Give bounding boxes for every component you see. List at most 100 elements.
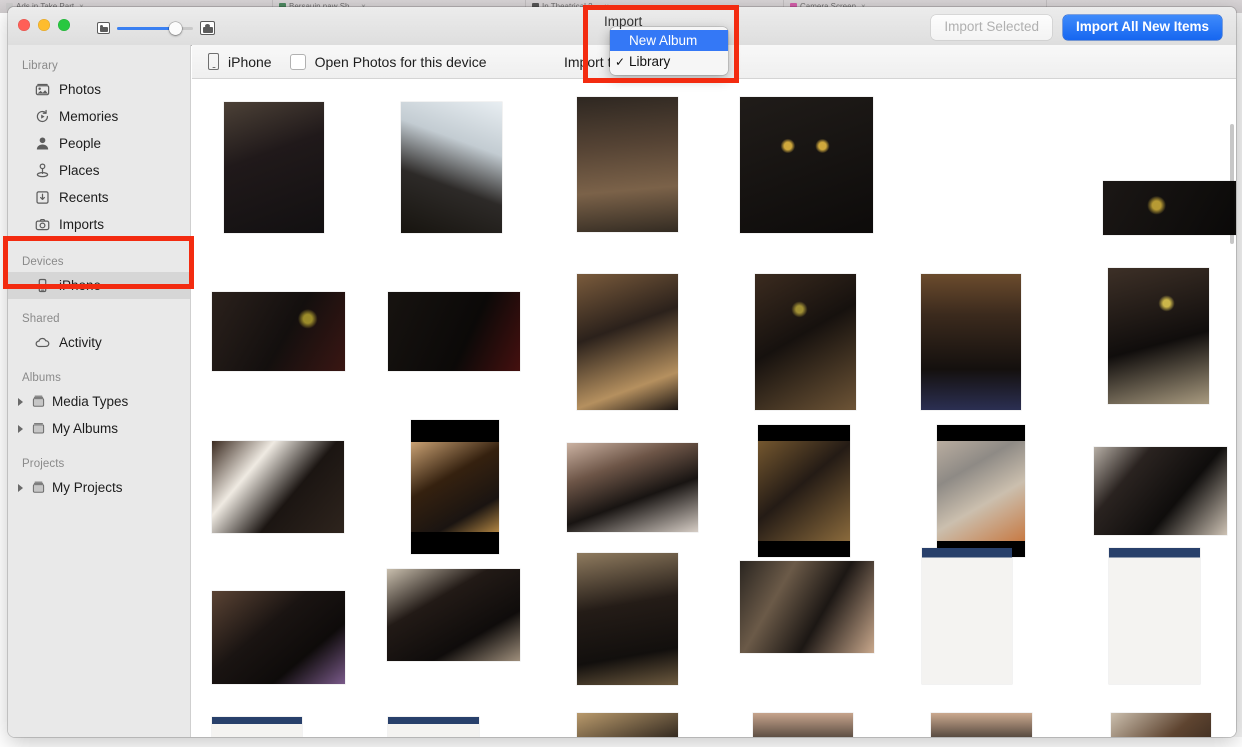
- sidebar-item-label: Places: [59, 163, 100, 178]
- import-selected-button[interactable]: Import Selected: [931, 15, 1052, 40]
- sidebar-item-my-projects[interactable]: My Projects: [8, 474, 190, 501]
- photo-thumbnail[interactable]: [922, 548, 1012, 684]
- zoom-window-button[interactable]: [58, 19, 70, 31]
- photo-thumbnail[interactable]: [758, 425, 850, 557]
- sidebar-item-people[interactable]: People: [8, 130, 190, 157]
- photo-thumbnail[interactable]: [411, 420, 499, 554]
- photo-thumbnail[interactable]: [388, 717, 479, 737]
- chevron-right-icon[interactable]: [18, 397, 23, 406]
- sidebar-section-projects: Projects: [22, 458, 65, 470]
- photo-thumbnail[interactable]: [740, 97, 873, 233]
- sidebar-section-albums: Albums: [22, 372, 61, 384]
- sidebar-item-label: Activity: [59, 335, 102, 350]
- photos-icon: [35, 83, 50, 96]
- zoom-slider-track[interactable]: [117, 21, 193, 35]
- photo-thumbnail[interactable]: [577, 713, 678, 737]
- folder-icon: [32, 423, 45, 434]
- people-icon: [36, 137, 49, 150]
- photo-grid[interactable]: [192, 80, 1236, 737]
- photo-thumbnail[interactable]: [755, 274, 856, 410]
- sidebar-item-photos[interactable]: Photos: [8, 76, 190, 103]
- chevron-right-icon[interactable]: [18, 483, 23, 492]
- small-thumbnail-icon: [97, 22, 110, 34]
- photo-thumbnail[interactable]: [577, 97, 678, 232]
- zoom-slider-fill: [117, 26, 177, 30]
- open-photos-label: Open Photos for this device: [314, 53, 487, 70]
- photo-thumbnail[interactable]: [388, 292, 520, 371]
- chevron-right-icon[interactable]: [18, 424, 23, 433]
- minimize-window-button[interactable]: [38, 19, 50, 31]
- screen: Ads in Take Part× Bersauin naw Sh...× In…: [0, 0, 1242, 747]
- photo-thumbnail[interactable]: [577, 553, 678, 685]
- memories-icon: [36, 109, 49, 123]
- traffic-light-buttons: [18, 19, 70, 31]
- import-to-popup-menu[interactable]: New Album ✓ Library: [610, 27, 728, 75]
- photo-thumbnail[interactable]: [753, 713, 853, 737]
- photo-thumbnail[interactable]: [567, 443, 698, 532]
- sidebar-item-label: My Albums: [52, 421, 119, 436]
- photo-thumbnail[interactable]: [1103, 181, 1236, 235]
- popup-menu-title: Import: [604, 14, 643, 29]
- sidebar-item-label: People: [59, 136, 102, 151]
- sidebar-item-label: Media Types: [52, 394, 129, 409]
- sidebar-section-devices: Devices: [22, 256, 64, 268]
- menu-item-label: Library: [629, 54, 671, 69]
- sidebar: Library Photos Memories People Places Re…: [8, 45, 191, 737]
- photo-thumbnail[interactable]: [937, 425, 1025, 557]
- sidebar-item-activity[interactable]: Activity: [8, 329, 190, 356]
- photo-thumbnail[interactable]: [1094, 447, 1227, 535]
- sidebar-item-imports[interactable]: Imports: [8, 211, 190, 238]
- folder-icon: [32, 481, 45, 493]
- photo-thumbnail[interactable]: [212, 591, 345, 684]
- sidebar-item-memories[interactable]: Memories: [8, 103, 190, 130]
- sidebar-section-library: Library: [22, 60, 58, 72]
- photo-thumbnail[interactable]: [1108, 268, 1209, 404]
- zoom-slider-knob[interactable]: [169, 21, 182, 35]
- photo-thumbnail[interactable]: [921, 274, 1021, 410]
- recents-icon: [36, 191, 49, 204]
- sidebar-item-label: iPhone: [59, 278, 102, 293]
- sidebar-item-media-types[interactable]: Media Types: [8, 388, 190, 415]
- iphone-icon: [208, 53, 219, 70]
- close-window-button[interactable]: [18, 19, 30, 31]
- sidebar-item-label: Photos: [59, 82, 102, 97]
- photo-thumbnail[interactable]: [212, 292, 345, 371]
- content-area: iPhone Open Photos for this device Impor…: [192, 45, 1236, 737]
- sidebar-item-label: My Projects: [52, 480, 123, 495]
- imports-icon: [35, 219, 50, 231]
- photo-thumbnail[interactable]: [1109, 548, 1200, 684]
- menu-item-library[interactable]: ✓ Library: [610, 51, 728, 72]
- check-icon: ✓: [615, 54, 626, 69]
- sidebar-item-my-albums[interactable]: My Albums: [8, 415, 190, 442]
- sidebar-item-iphone[interactable]: iPhone: [8, 272, 190, 299]
- iphone-icon: [38, 278, 47, 293]
- places-icon: [36, 163, 49, 178]
- thumbnail-zoom-slider[interactable]: [97, 21, 215, 35]
- large-thumbnail-icon: [200, 21, 215, 35]
- titlebar-action-buttons: Import Selected Import All New Items: [931, 15, 1222, 40]
- open-photos-checkbox[interactable]: [289, 53, 306, 70]
- menu-item-new-album[interactable]: New Album: [610, 30, 728, 51]
- sidebar-item-recents[interactable]: Recents: [8, 184, 190, 211]
- photo-thumbnail[interactable]: [740, 561, 874, 653]
- folder-icon: [32, 395, 45, 407]
- photo-thumbnail[interactable]: [577, 274, 678, 410]
- desktop-background-bottom: [0, 737, 1242, 747]
- cloud-icon: [35, 337, 50, 348]
- sidebar-item-label: Imports: [59, 217, 105, 232]
- import-all-new-items-button[interactable]: Import All New Items: [1062, 15, 1222, 40]
- photo-thumbnail[interactable]: [212, 441, 344, 533]
- vertical-scrollbar[interactable]: [1230, 124, 1234, 244]
- photo-thumbnail[interactable]: [401, 102, 502, 233]
- photo-thumbnail[interactable]: [931, 713, 1032, 737]
- photos-app-window: Import Selected Import All New Items Lib…: [8, 7, 1236, 737]
- sidebar-item-places[interactable]: Places: [8, 157, 190, 184]
- sidebar-item-label: Memories: [59, 109, 119, 124]
- photo-thumbnail[interactable]: [224, 102, 324, 233]
- device-name-label: iPhone: [228, 53, 272, 70]
- photo-thumbnail[interactable]: [387, 569, 520, 661]
- sidebar-item-label: Recents: [59, 190, 109, 205]
- menu-item-label: New Album: [629, 33, 698, 48]
- photo-thumbnail[interactable]: [1111, 713, 1211, 737]
- photo-thumbnail[interactable]: [212, 717, 302, 737]
